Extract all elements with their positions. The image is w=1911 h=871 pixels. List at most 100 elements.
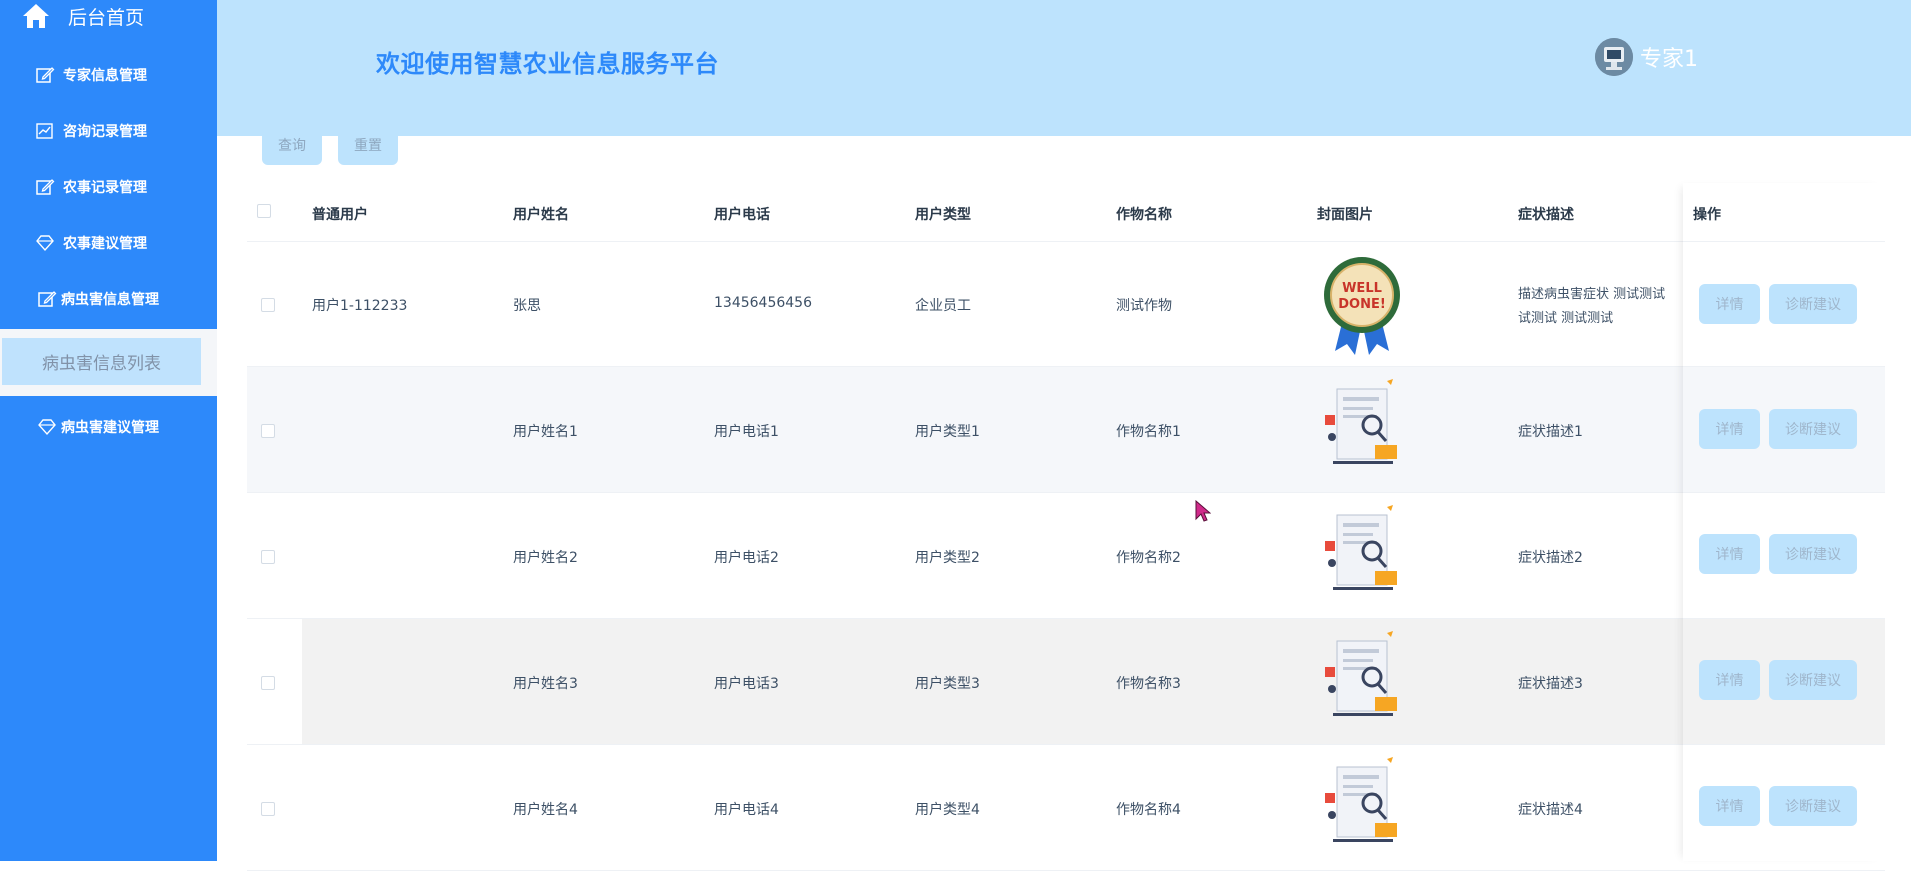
advice-button[interactable]: 诊断建议: [1769, 284, 1857, 324]
symptom-line: 试测试 测试测试: [1518, 311, 1614, 326]
sidebar-submenu: 病虫害信息列表: [0, 329, 217, 396]
sidebar-item-farm-advice[interactable]: 农事建议管理: [0, 223, 217, 263]
advice-button[interactable]: 诊断建议: [1769, 786, 1857, 826]
well-done-badge-icon: WELL DONE!: [1324, 257, 1400, 355]
cell-type: 用户类型2: [915, 550, 980, 566]
mouse-cursor-icon: [1195, 500, 1211, 522]
column-header: 用户类型: [915, 207, 971, 223]
table-row[interactable]: 用户姓名3 用户电话3 用户类型3 作物名称3 症状描述3: [247, 619, 1885, 745]
row-checkbox[interactable]: [261, 298, 275, 312]
column-header: 普通用户: [312, 207, 368, 223]
cell-crop: 作物名称1: [1116, 424, 1181, 440]
cell-crop: 作物名称2: [1116, 550, 1181, 566]
cell-crop: 测试作物: [1116, 298, 1172, 314]
avatar: [1595, 38, 1633, 76]
cell-name: 用户姓名2: [513, 550, 578, 566]
cover-image: [1317, 629, 1407, 734]
cell-type: 企业员工: [915, 298, 971, 314]
row-checkbox[interactable]: [261, 802, 275, 816]
user-name: 专家1: [1640, 47, 1698, 72]
cell-phone: 用户电话3: [714, 676, 779, 692]
sidebar-item-label: 病虫害信息管理: [61, 292, 159, 308]
edit-icon: [36, 67, 55, 83]
advice-button[interactable]: 诊断建议: [1769, 534, 1857, 574]
cell-phone: 13456456456: [714, 295, 812, 311]
header: 欢迎使用智慧农业信息服务平台 专家1: [217, 0, 1911, 136]
sidebar-item-consult-records[interactable]: 咨询记录管理: [0, 111, 217, 151]
column-header: 症状描述: [1518, 207, 1574, 223]
edit-icon: [38, 291, 57, 307]
cell-name: 用户姓名4: [513, 802, 578, 818]
row-checkbox[interactable]: [261, 550, 275, 564]
sidebar-item-label: 专家信息管理: [63, 68, 147, 84]
column-header: 用户电话: [714, 207, 770, 223]
cell-symptom: 症状描述3: [1518, 676, 1583, 692]
cell-phone: 用户电话1: [714, 424, 779, 440]
table-row[interactable]: 用户1-112233 张思 13456456456 企业员工 测试作物 WELL…: [247, 241, 1885, 367]
column-header: 用户姓名: [513, 207, 569, 223]
sidebar-item-label: 农事建议管理: [63, 236, 147, 252]
column-header: 作物名称: [1116, 207, 1172, 223]
cell-type: 用户类型3: [915, 676, 980, 692]
actions-column: 详情 诊断建议 详情 诊断建议 详情 诊断建议 详情 诊断建议 详情 诊断建议: [1683, 183, 1885, 861]
cell-user: 用户1-112233: [312, 298, 408, 314]
sidebar-home[interactable]: 后台首页: [22, 0, 144, 32]
diamond-icon: [36, 235, 54, 252]
cell-crop: 作物名称4: [1116, 802, 1181, 818]
table-header: 普通用户 用户姓名 用户电话 用户类型 作物名称 封面图片 症状描述 操作: [247, 183, 1885, 242]
symptom-line: 描述病虫害症状 测试测试: [1518, 287, 1666, 302]
edit-icon: [36, 179, 55, 195]
cover-image: [1317, 755, 1407, 860]
sidebar: 后台首页 专家信息管理 咨询记录管理 农事记录管理 农事建议管理 病虫害信息管理…: [0, 0, 217, 861]
advice-button[interactable]: 诊断建议: [1769, 409, 1857, 449]
cell-phone: 用户电话2: [714, 550, 779, 566]
cell-symptom: 症状描述1: [1518, 424, 1583, 440]
cell-symptom: 描述病虫害症状 测试测试 试测试 测试测试: [1518, 283, 1665, 331]
sidebar-subitem-pest-list[interactable]: 病虫害信息列表: [2, 338, 201, 385]
sidebar-item-label: 病虫害建议管理: [61, 420, 159, 436]
sidebar-item-expert-info[interactable]: 专家信息管理: [0, 55, 217, 95]
svg-text:DONE!: DONE!: [1338, 297, 1386, 312]
cell-name: 张思: [513, 298, 541, 314]
sidebar-item-pest-advice[interactable]: 病虫害建议管理: [0, 407, 217, 447]
detail-button[interactable]: 详情: [1699, 284, 1760, 324]
detail-button[interactable]: 详情: [1699, 534, 1760, 574]
home-icon: [23, 4, 49, 28]
diamond-icon: [38, 419, 56, 436]
detail-button[interactable]: 详情: [1699, 660, 1760, 700]
document-illustration-icon: [1325, 631, 1397, 716]
cover-image: [1317, 503, 1407, 608]
cell-symptom: 症状描述2: [1518, 550, 1583, 566]
cell-symptom: 症状描述4: [1518, 802, 1583, 818]
detail-button[interactable]: 详情: [1699, 786, 1760, 826]
table-row[interactable]: 用户姓名2 用户电话2 用户类型2 作物名称2 症状描述2: [247, 493, 1885, 619]
cell-name: 用户姓名1: [513, 424, 578, 440]
sidebar-home-label: 后台首页: [68, 6, 145, 29]
detail-button[interactable]: 详情: [1699, 409, 1760, 449]
document-illustration-icon: [1325, 505, 1397, 590]
cell-phone: 用户电话4: [714, 802, 779, 818]
document-illustration-icon: [1325, 379, 1397, 464]
cell-type: 用户类型4: [915, 802, 980, 818]
cell-type: 用户类型1: [915, 424, 980, 440]
cell-name: 用户姓名3: [513, 676, 578, 692]
cover-image: WELL DONE!: [1317, 251, 1407, 356]
user-menu[interactable]: 专家1: [1595, 38, 1698, 76]
row-checkbox[interactable]: [261, 424, 275, 438]
cover-image: [1317, 377, 1407, 482]
sidebar-item-label: 农事记录管理: [63, 180, 147, 196]
row-checkbox[interactable]: [261, 676, 275, 690]
page-title: 欢迎使用智慧农业信息服务平台: [376, 50, 719, 78]
chart-icon: [36, 123, 53, 139]
cell-crop: 作物名称3: [1116, 676, 1181, 692]
table-row[interactable]: 用户姓名1 用户电话1 用户类型1 作物名称1 症状描述1: [247, 367, 1885, 493]
avatar-image-icon: [1595, 38, 1633, 76]
select-all-checkbox[interactable]: [257, 204, 271, 218]
sidebar-item-pest-info[interactable]: 病虫害信息管理: [0, 279, 217, 319]
column-header: 封面图片: [1317, 207, 1373, 223]
svg-text:WELL: WELL: [1342, 281, 1382, 296]
sidebar-item-label: 咨询记录管理: [63, 124, 147, 140]
table-row[interactable]: 用户姓名4 用户电话4 用户类型4 作物名称4 症状描述4: [247, 745, 1885, 871]
advice-button[interactable]: 诊断建议: [1769, 660, 1857, 700]
sidebar-item-farm-records[interactable]: 农事记录管理: [0, 167, 217, 207]
